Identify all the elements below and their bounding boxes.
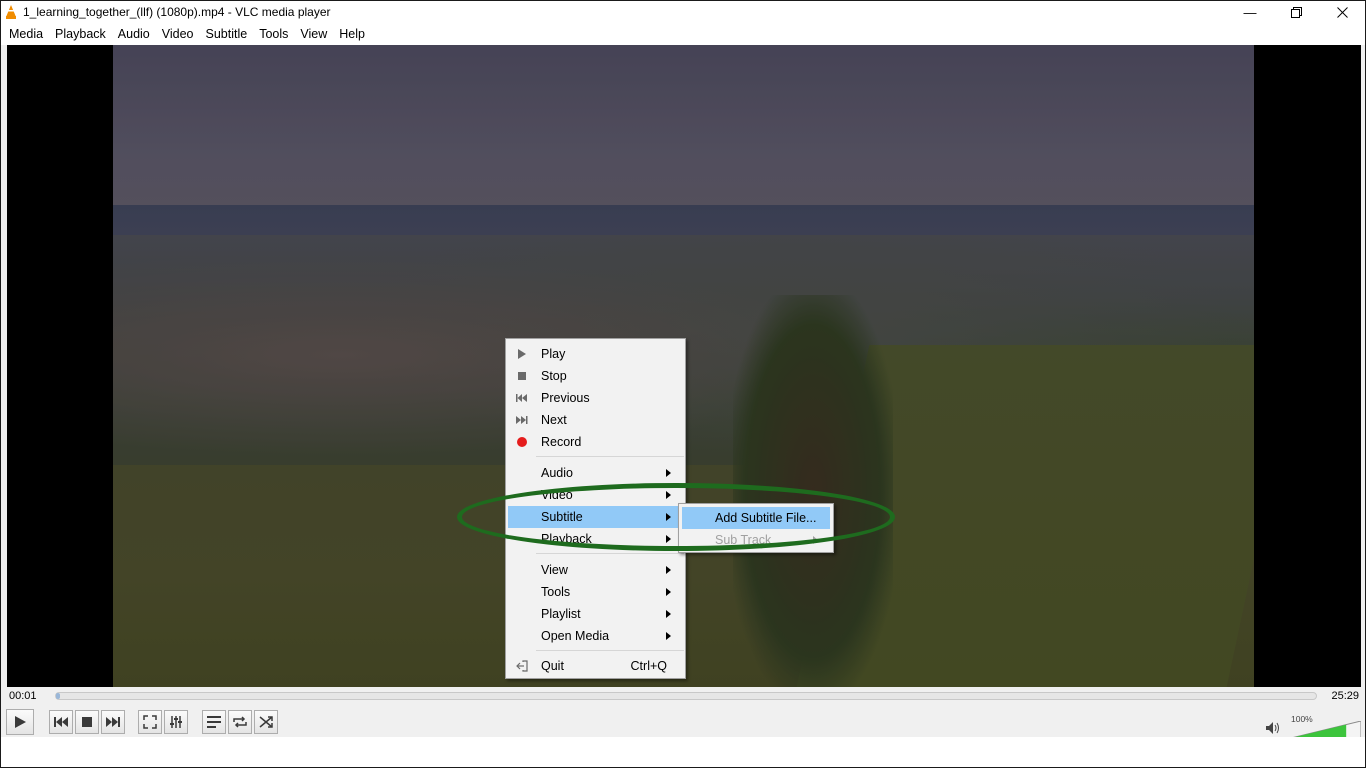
menu-view[interactable]: View (294, 27, 333, 41)
menu-bar: Media Playback Audio Video Subtitle Tool… (1, 23, 1365, 45)
submenu-arrow-icon (666, 469, 671, 477)
previous-icon (516, 394, 527, 402)
submenu-arrow-icon (666, 610, 671, 618)
control-bar: 100% (1, 707, 1365, 739)
quit-shortcut: Ctrl+Q (630, 659, 667, 673)
submenu-arrow-icon (666, 535, 671, 543)
status-area (1, 737, 1365, 767)
ctx-next[interactable]: Next (508, 409, 683, 431)
elapsed-time: 00:01 (9, 690, 37, 702)
playlist-icon (207, 716, 221, 728)
menu-separator (536, 650, 684, 651)
next-button[interactable] (101, 710, 125, 734)
stop-button[interactable] (75, 710, 99, 734)
fullscreen-icon (143, 715, 157, 729)
stop-icon (82, 717, 92, 727)
play-icon (15, 716, 26, 728)
ctx-subtitle[interactable]: Subtitle (508, 506, 683, 528)
window-title: 1_learning_together_(llf) (1080p).mp4 - … (23, 5, 331, 19)
next-icon (516, 416, 528, 424)
menu-subtitle[interactable]: Subtitle (200, 27, 254, 41)
ctx-open-media[interactable]: Open Media (508, 625, 683, 647)
sub-track-item: Sub Track (682, 529, 830, 551)
previous-button[interactable] (49, 710, 73, 734)
ctx-video[interactable]: Video (508, 484, 683, 506)
ctx-record[interactable]: Record (508, 431, 683, 453)
exit-icon (516, 660, 528, 672)
title-bar: 1_learning_together_(llf) (1080p).mp4 - … (1, 1, 1365, 23)
menu-audio[interactable]: Audio (112, 27, 156, 41)
extended-settings-button[interactable] (164, 710, 188, 734)
total-time: 25:29 (1331, 690, 1359, 702)
submenu-arrow-icon (666, 513, 671, 521)
play-icon (518, 349, 526, 359)
next-icon (106, 717, 120, 727)
speaker-icon[interactable] (1265, 721, 1281, 735)
ctx-play[interactable]: Play (508, 343, 683, 365)
seek-progress (56, 693, 60, 699)
submenu-arrow-icon (666, 588, 671, 596)
minimize-button[interactable]: — (1227, 1, 1273, 23)
shuffle-button[interactable] (254, 710, 278, 734)
fullscreen-button[interactable] (138, 710, 162, 734)
menu-separator (536, 456, 684, 457)
play-button[interactable] (6, 709, 34, 735)
stop-icon (518, 372, 526, 380)
ctx-previous[interactable]: Previous (508, 387, 683, 409)
submenu-arrow-icon (666, 491, 671, 499)
ctx-quit[interactable]: Quit Ctrl+Q (508, 655, 683, 677)
ctx-audio[interactable]: Audio (508, 462, 683, 484)
playlist-button[interactable] (202, 710, 226, 734)
close-button[interactable] (1319, 1, 1365, 23)
vlc-window: 1_learning_together_(llf) (1080p).mp4 - … (0, 0, 1366, 768)
ctx-stop[interactable]: Stop (508, 365, 683, 387)
loop-icon (233, 716, 247, 728)
previous-icon (54, 717, 68, 727)
context-menu: Play Stop Previous Next Record Audio Vid… (505, 338, 686, 679)
restore-button[interactable] (1273, 1, 1319, 23)
submenu-arrow-icon (666, 566, 671, 574)
submenu-arrow-icon (666, 632, 671, 640)
vlc-cone-icon (5, 5, 17, 19)
ctx-playlist[interactable]: Playlist (508, 603, 683, 625)
subtitle-submenu: Add Subtitle File... Sub Track (678, 503, 834, 553)
ctx-view[interactable]: View (508, 559, 683, 581)
close-icon (1336, 6, 1348, 18)
restore-icon (1290, 6, 1302, 18)
submenu-arrow-icon (813, 536, 818, 544)
menu-playback[interactable]: Playback (49, 27, 112, 41)
seek-row: 00:01 25:29 (1, 687, 1365, 707)
ctx-tools[interactable]: Tools (508, 581, 683, 603)
menu-media[interactable]: Media (3, 27, 49, 41)
seek-bar[interactable] (55, 692, 1317, 700)
add-subtitle-file-item[interactable]: Add Subtitle File... (682, 507, 830, 529)
menu-tools[interactable]: Tools (253, 27, 294, 41)
menu-video[interactable]: Video (156, 27, 200, 41)
shuffle-icon (259, 716, 273, 728)
menu-help[interactable]: Help (333, 27, 371, 41)
menu-separator (536, 553, 684, 554)
loop-button[interactable] (228, 710, 252, 734)
ctx-playback[interactable]: Playback (508, 528, 683, 550)
minimize-icon: — (1243, 4, 1257, 20)
record-icon (517, 437, 527, 447)
equalizer-icon (170, 716, 182, 728)
